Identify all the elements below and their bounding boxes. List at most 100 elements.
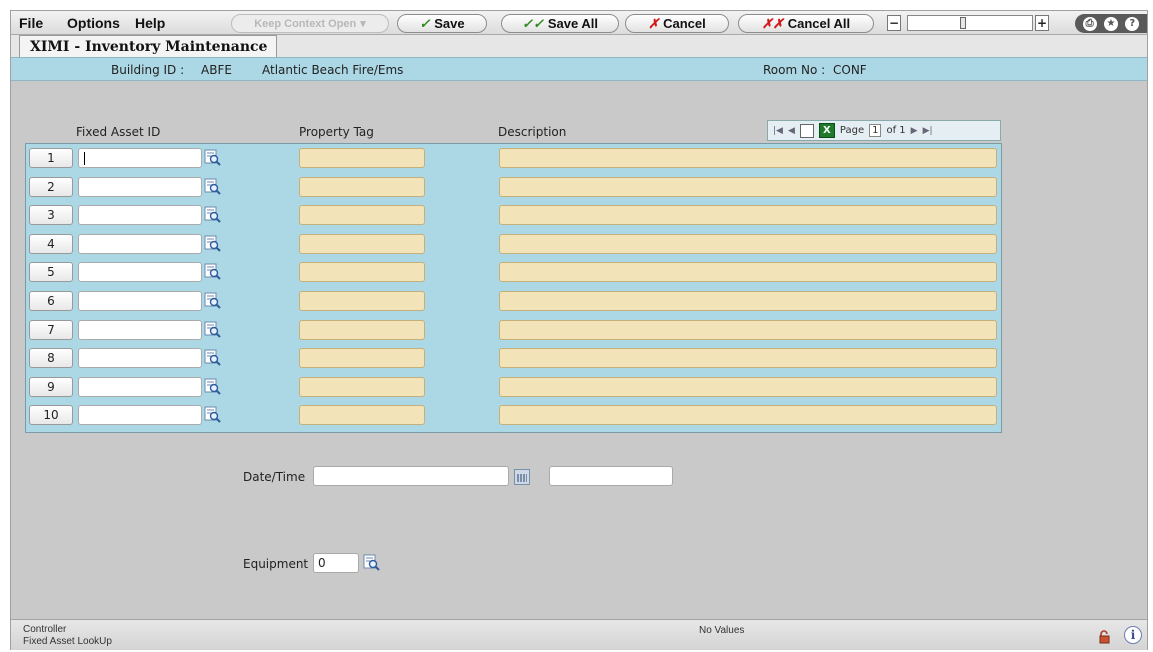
time-field[interactable] bbox=[549, 466, 673, 486]
description-input[interactable] bbox=[499, 319, 997, 340]
tab-inventory-maintenance[interactable]: XIMI - Inventory Maintenance bbox=[19, 35, 277, 57]
property-tag-input[interactable] bbox=[299, 291, 425, 311]
fixed-asset-lookup-icon[interactable] bbox=[204, 178, 221, 195]
row-number-button[interactable]: 2 bbox=[29, 176, 73, 197]
keep-context-open-dropdown[interactable]: Keep Context Open ▾ bbox=[231, 14, 389, 33]
description-input[interactable] bbox=[499, 376, 997, 397]
menu-help[interactable]: Help bbox=[135, 15, 165, 31]
description-input[interactable] bbox=[499, 176, 997, 197]
help-icon[interactable]: ? bbox=[1125, 16, 1140, 31]
previous-page-icon[interactable]: ◀ bbox=[788, 126, 795, 136]
info-icon[interactable]: i bbox=[1124, 626, 1142, 644]
fixed-asset-id-input[interactable] bbox=[78, 376, 202, 397]
property-tag-input[interactable] bbox=[299, 148, 425, 168]
property-tag-input[interactable] bbox=[299, 176, 425, 197]
page-number-input[interactable]: 1 bbox=[869, 124, 882, 137]
building-name-value: Atlantic Beach Fire/Ems bbox=[262, 63, 404, 77]
fixed-asset-lookup-icon[interactable] bbox=[204, 378, 221, 395]
date-field[interactable] bbox=[313, 466, 509, 486]
menu-options[interactable]: Options bbox=[67, 15, 120, 31]
description-input[interactable] bbox=[499, 348, 997, 369]
description-input[interactable] bbox=[499, 291, 997, 311]
inventory-grid: 1 2 3 4 5 6 7 8 9 10 bbox=[25, 143, 1002, 433]
zoom-slider-thumb[interactable] bbox=[960, 17, 966, 29]
fixed-asset-id-input[interactable] bbox=[78, 405, 202, 426]
property-tag-input[interactable] bbox=[299, 405, 425, 426]
print-icon[interactable]: ⎙ bbox=[1082, 16, 1097, 31]
fixed-asset-lookup-icon[interactable] bbox=[204, 263, 221, 281]
menu-file[interactable]: File bbox=[19, 15, 43, 31]
cancel-button[interactable]: ✗ Cancel bbox=[625, 14, 729, 33]
cancel-all-button[interactable]: ✗✗ Cancel All bbox=[738, 14, 874, 33]
row-number-button[interactable]: 6 bbox=[29, 291, 73, 311]
fixed-asset-id-input[interactable] bbox=[78, 319, 202, 340]
fixed-asset-id-input[interactable] bbox=[78, 291, 202, 311]
fixed-asset-id-input[interactable] bbox=[78, 262, 202, 283]
table-row: 4 bbox=[26, 232, 1001, 256]
property-tag-input[interactable] bbox=[299, 233, 425, 254]
zoom-slider[interactable] bbox=[907, 15, 1033, 31]
equipment-lookup-icon[interactable] bbox=[363, 554, 380, 571]
row-number-button[interactable]: 5 bbox=[29, 262, 73, 283]
last-page-icon[interactable]: ▶| bbox=[923, 126, 933, 136]
table-row: 3 bbox=[26, 203, 1001, 227]
room-no-label: Room No : bbox=[763, 63, 826, 77]
row-number-button[interactable]: 9 bbox=[29, 376, 73, 397]
row-number-button[interactable]: 7 bbox=[29, 319, 73, 340]
tab-bar: XIMI - Inventory Maintenance bbox=[11, 35, 1147, 57]
row-number-button[interactable]: 8 bbox=[29, 348, 73, 369]
fixed-asset-lookup-icon[interactable] bbox=[204, 235, 221, 252]
property-tag-input[interactable] bbox=[299, 348, 425, 369]
favorites-icon[interactable]: ★ bbox=[1103, 16, 1118, 31]
description-input[interactable] bbox=[499, 148, 997, 168]
description-input[interactable] bbox=[499, 205, 997, 226]
building-info-bar: Building ID : ABFE Atlantic Beach Fire/E… bbox=[11, 57, 1147, 81]
fixed-asset-id-input[interactable] bbox=[78, 148, 202, 168]
row-number-button[interactable]: 3 bbox=[29, 205, 73, 226]
fixed-asset-lookup-icon[interactable] bbox=[204, 292, 221, 309]
description-input[interactable] bbox=[499, 405, 997, 426]
fixed-asset-lookup-icon[interactable] bbox=[204, 406, 221, 424]
fixed-asset-lookup-icon[interactable] bbox=[204, 206, 221, 223]
fixed-asset-lookup-icon[interactable] bbox=[204, 349, 221, 366]
property-tag-input[interactable] bbox=[299, 262, 425, 283]
double-checkmark-icon: ✓✓ bbox=[522, 15, 544, 31]
save-all-button[interactable]: ✓✓ Save All bbox=[501, 14, 619, 33]
select-all-icon[interactable] bbox=[799, 123, 814, 138]
lock-icon[interactable] bbox=[1098, 630, 1112, 644]
fixed-asset-lookup-icon[interactable] bbox=[204, 149, 221, 166]
excel-export-icon[interactable]: X bbox=[818, 123, 835, 138]
calendar-icon[interactable] bbox=[514, 469, 530, 485]
row-number-button[interactable]: 1 bbox=[29, 148, 73, 168]
fixed-asset-id-input[interactable] bbox=[78, 176, 202, 197]
equipment-label: Equipment bbox=[243, 557, 309, 571]
row-number-button[interactable]: 10 bbox=[29, 405, 73, 426]
page-label: Page bbox=[839, 125, 865, 136]
description-input[interactable] bbox=[499, 233, 997, 254]
x-icon: ✗ bbox=[648, 15, 660, 31]
toolbar: File Options Help Keep Context Open ▾ ✓ … bbox=[11, 11, 1147, 35]
equipment-field[interactable]: 0 bbox=[313, 553, 359, 573]
property-tag-input[interactable] bbox=[299, 319, 425, 340]
zoom-out-button[interactable]: − bbox=[887, 15, 901, 31]
next-page-icon[interactable]: ▶ bbox=[911, 126, 918, 136]
table-row: 7 bbox=[26, 318, 1001, 342]
table-row: 10 bbox=[26, 403, 1001, 427]
fixed-asset-id-input[interactable] bbox=[78, 348, 202, 369]
property-tag-input[interactable] bbox=[299, 205, 425, 226]
save-button[interactable]: ✓ Save bbox=[397, 14, 487, 33]
zoom-in-button[interactable]: + bbox=[1035, 15, 1049, 31]
table-row: 2 bbox=[26, 175, 1001, 199]
page-of-label: of 1 bbox=[886, 125, 906, 136]
first-page-icon[interactable]: |◀ bbox=[773, 126, 783, 136]
property-tag-input[interactable] bbox=[299, 376, 425, 397]
status-message: No Values bbox=[699, 625, 745, 636]
description-input[interactable] bbox=[499, 262, 997, 283]
keep-context-label: Keep Context Open bbox=[254, 17, 357, 30]
row-number-button[interactable]: 4 bbox=[29, 233, 73, 254]
fixed-asset-lookup-icon[interactable] bbox=[204, 321, 221, 338]
double-x-icon: ✗✗ bbox=[761, 15, 784, 31]
fixed-asset-id-input[interactable] bbox=[78, 205, 202, 226]
fixed-asset-id-input[interactable] bbox=[78, 233, 202, 254]
table-row: 8 bbox=[26, 346, 1001, 370]
